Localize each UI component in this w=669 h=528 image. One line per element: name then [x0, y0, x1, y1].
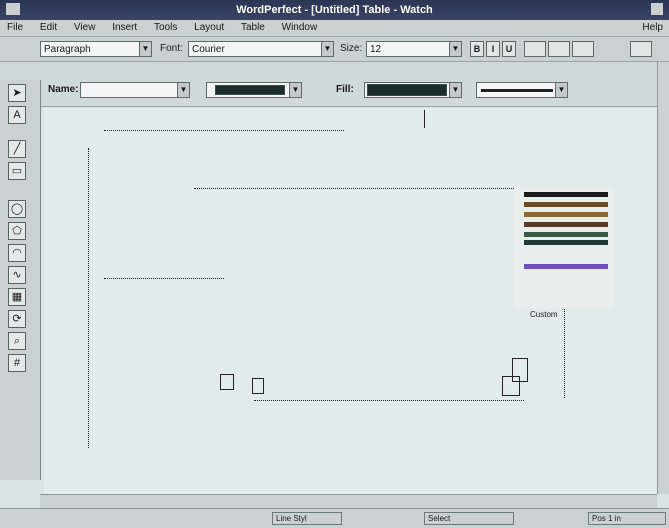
fill-icon[interactable]: ▦ — [8, 288, 26, 306]
line-option-5[interactable] — [524, 232, 608, 237]
line-icon[interactable]: ╱ — [8, 140, 26, 158]
underline-button[interactable]: U — [502, 41, 516, 57]
vertical-scrollbar[interactable] — [657, 62, 669, 494]
frame-top-line — [104, 130, 344, 131]
name-field[interactable]: ▼ — [80, 82, 190, 98]
pattern-swatch — [215, 85, 285, 95]
horizontal-scrollbar[interactable] — [40, 494, 657, 509]
frame-mid-line — [194, 188, 564, 189]
window-title: WordPerfect - [Untitled] Table - Watch — [236, 4, 433, 16]
name-label: Name: — [48, 84, 79, 95]
line-style-dropdown-arrow[interactable]: ▼ — [555, 83, 567, 97]
font-combo[interactable]: Courier ▼ — [188, 41, 334, 57]
tool-palette: ➤ A ╱ ▭ ◯ ⬠ ◠ ∿ ▦ ⟳ ⌕ # — [0, 80, 41, 480]
menu-table[interactable]: Table — [234, 20, 272, 36]
fill-label: Fill: — [336, 84, 354, 95]
line-style-sample — [481, 89, 553, 92]
line-option-2[interactable] — [524, 202, 608, 207]
line-option-6[interactable] — [524, 240, 608, 245]
size-dropdown-arrow[interactable]: ▼ — [449, 42, 461, 56]
pattern-combo[interactable]: ▼ — [206, 82, 302, 98]
curve-icon[interactable]: ∿ — [8, 266, 26, 284]
frame-bottom-line — [254, 400, 524, 401]
line-option-4[interactable] — [524, 222, 608, 227]
menu-edit[interactable]: Edit — [33, 20, 64, 36]
bold-button[interactable]: B — [470, 41, 484, 57]
box-icon[interactable]: ▭ — [8, 162, 26, 180]
menu-file[interactable]: File — [0, 20, 30, 36]
style-value: Paragraph — [44, 44, 91, 55]
polygon-icon[interactable]: ⬠ — [8, 222, 26, 240]
text-icon[interactable]: A — [8, 106, 26, 124]
grid-icon[interactable]: # — [8, 354, 26, 372]
line-style-combo[interactable]: ▼ — [476, 82, 568, 98]
fill-swatch — [367, 84, 447, 96]
custom-label[interactable]: Custom — [530, 310, 558, 319]
menu-window[interactable]: Window — [275, 20, 325, 36]
pointer-icon[interactable]: ➤ — [8, 84, 26, 102]
format-toolbar: Paragraph ▼ Font: Courier ▼ Size: 12 ▼ B… — [0, 37, 669, 62]
menu-view[interactable]: View — [67, 20, 103, 36]
line-option-1[interactable] — [524, 192, 608, 197]
ellipse-icon[interactable]: ◯ — [8, 200, 26, 218]
handle-right-lower[interactable] — [502, 376, 520, 396]
align-left-button[interactable] — [524, 41, 546, 57]
align-center-button[interactable] — [548, 41, 570, 57]
handle-mid[interactable] — [252, 378, 264, 394]
cursor-marker — [424, 110, 425, 128]
status-line-style: Line Styl — [272, 512, 342, 525]
style-combo[interactable]: Paragraph ▼ — [40, 41, 152, 57]
rotate-icon[interactable]: ⟳ — [8, 310, 26, 328]
line-option-3[interactable] — [524, 212, 608, 217]
menu-layout[interactable]: Layout — [187, 20, 231, 36]
fill-dropdown-arrow[interactable]: ▼ — [449, 83, 461, 97]
name-dropdown-arrow[interactable]: ▼ — [177, 83, 189, 97]
frame-left-line — [88, 148, 89, 448]
handle-left[interactable] — [220, 374, 234, 390]
menu-bar: File Edit View Insert Tools Layout Table… — [0, 20, 669, 37]
drawing-canvas[interactable]: Custom — [44, 108, 659, 494]
font-value: Courier — [192, 44, 225, 55]
pattern-dropdown-arrow[interactable]: ▼ — [289, 83, 301, 97]
status-mode: Select — [424, 512, 514, 525]
font-dropdown-arrow[interactable]: ▼ — [321, 42, 333, 56]
window-control-button[interactable] — [651, 3, 663, 15]
fill-combo[interactable]: ▼ — [364, 82, 462, 98]
status-bar: Line Styl Select Pos 1 in — [0, 508, 669, 528]
size-combo[interactable]: 12 ▼ — [366, 41, 462, 57]
graphics-toolbar: Name: ▼ ▼ Fill: ▼ ▼ — [0, 62, 669, 107]
system-menu-button[interactable] — [6, 3, 20, 15]
zoom-icon[interactable]: ⌕ — [8, 332, 26, 350]
menu-insert[interactable]: Insert — [105, 20, 144, 36]
status-position: Pos 1 in — [588, 512, 666, 525]
menu-help[interactable]: Help — [642, 20, 663, 36]
size-value: 12 — [370, 44, 382, 55]
italic-button[interactable]: I — [486, 41, 500, 57]
window-titlebar: WordPerfect - [Untitled] Table - Watch — [0, 0, 669, 20]
align-right-button[interactable] — [572, 41, 594, 57]
frame-guide-line — [104, 278, 224, 279]
size-label: Size: — [340, 43, 363, 54]
menu-tools[interactable]: Tools — [147, 20, 184, 36]
font-label: Font: — [160, 43, 183, 54]
arc-icon[interactable]: ◠ — [8, 244, 26, 262]
style-dropdown-arrow[interactable]: ▼ — [139, 42, 151, 56]
line-option-7[interactable] — [524, 264, 608, 269]
line-style-panel: Custom — [514, 188, 614, 319]
zoom-button[interactable] — [630, 41, 652, 57]
